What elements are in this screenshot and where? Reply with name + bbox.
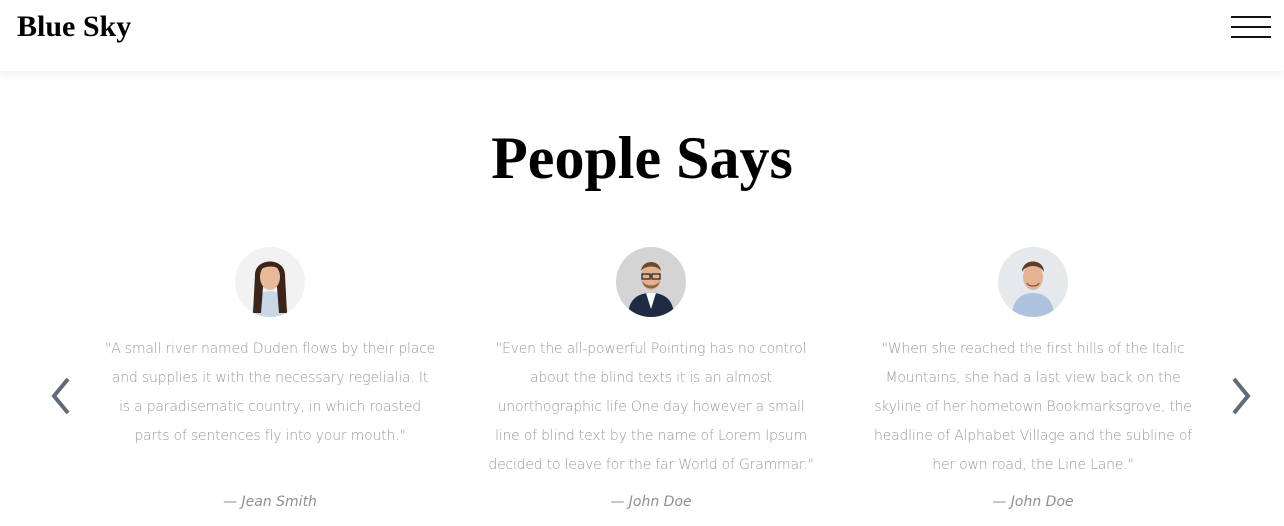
- chevron-right-icon: [1232, 377, 1251, 415]
- smiling-man-portrait-icon: [998, 247, 1068, 317]
- testimonial-quote: "A small river named Duden flows by thei…: [105, 341, 436, 444]
- navbar: Blue Sky: [0, 0, 1284, 71]
- carousel-prev-button[interactable]: [48, 376, 74, 416]
- hamburger-menu-icon[interactable]: [1231, 16, 1271, 38]
- testimonial-quote: "When she reached the first hills of the…: [874, 341, 1192, 473]
- section-title: People Says: [491, 125, 793, 191]
- testimonial-card: "A small river named Duden flows by thei…: [100, 247, 440, 510]
- testimonial-quote: "Even the all-powerful Pointing has no c…: [488, 341, 814, 473]
- avatar: [998, 247, 1068, 317]
- testimonials-section: People Says "A small river named Duden f…: [0, 71, 1284, 526]
- menu-bar-top: [1231, 16, 1271, 18]
- brand-logo[interactable]: Blue Sky: [17, 9, 131, 45]
- testimonial-card: "When she reached the first hills of the…: [863, 247, 1203, 510]
- chevron-left-icon: [51, 377, 70, 415]
- testimonial-author: — John Doe: [610, 494, 692, 510]
- menu-bar-middle: [1231, 26, 1271, 28]
- avatar: [616, 247, 686, 317]
- menu-bar-bottom: [1231, 36, 1271, 38]
- man-with-glasses-portrait-icon: [616, 247, 686, 317]
- testimonial-card: "Even the all-powerful Pointing has no c…: [481, 247, 821, 510]
- carousel-next-button[interactable]: [1228, 376, 1254, 416]
- testimonial-author: — John Doe: [992, 494, 1074, 510]
- testimonial-author: — Jean Smith: [223, 494, 317, 510]
- woman-portrait-icon: [235, 247, 305, 317]
- avatar: [235, 247, 305, 317]
